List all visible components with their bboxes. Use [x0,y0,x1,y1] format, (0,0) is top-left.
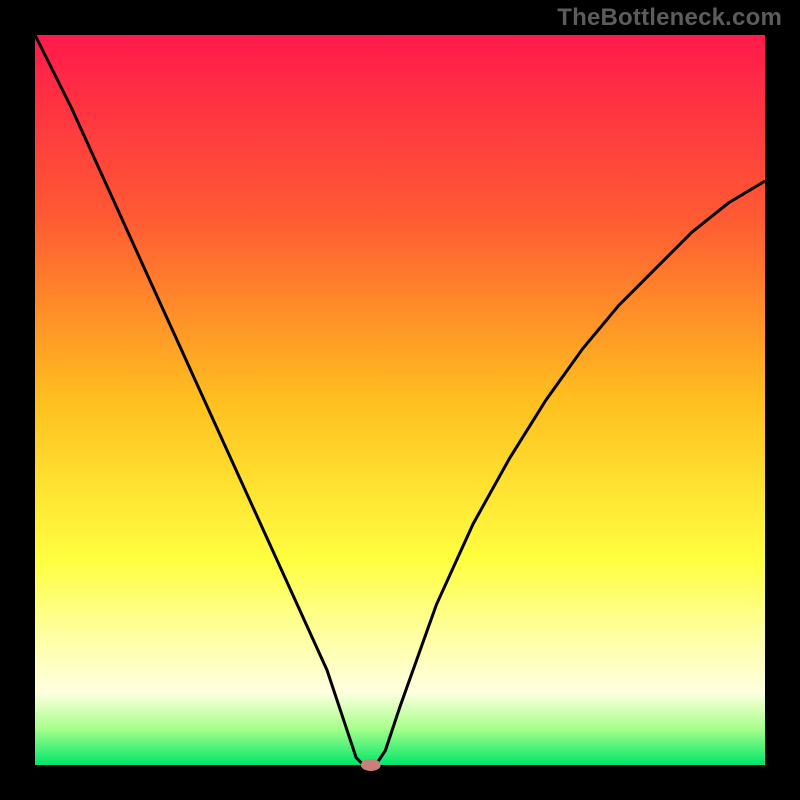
min-marker [361,759,381,771]
bottleneck-chart [0,0,800,800]
plot-background [35,35,765,765]
chart-frame: TheBottleneck.com [0,0,800,800]
watermark-text: TheBottleneck.com [557,4,782,32]
